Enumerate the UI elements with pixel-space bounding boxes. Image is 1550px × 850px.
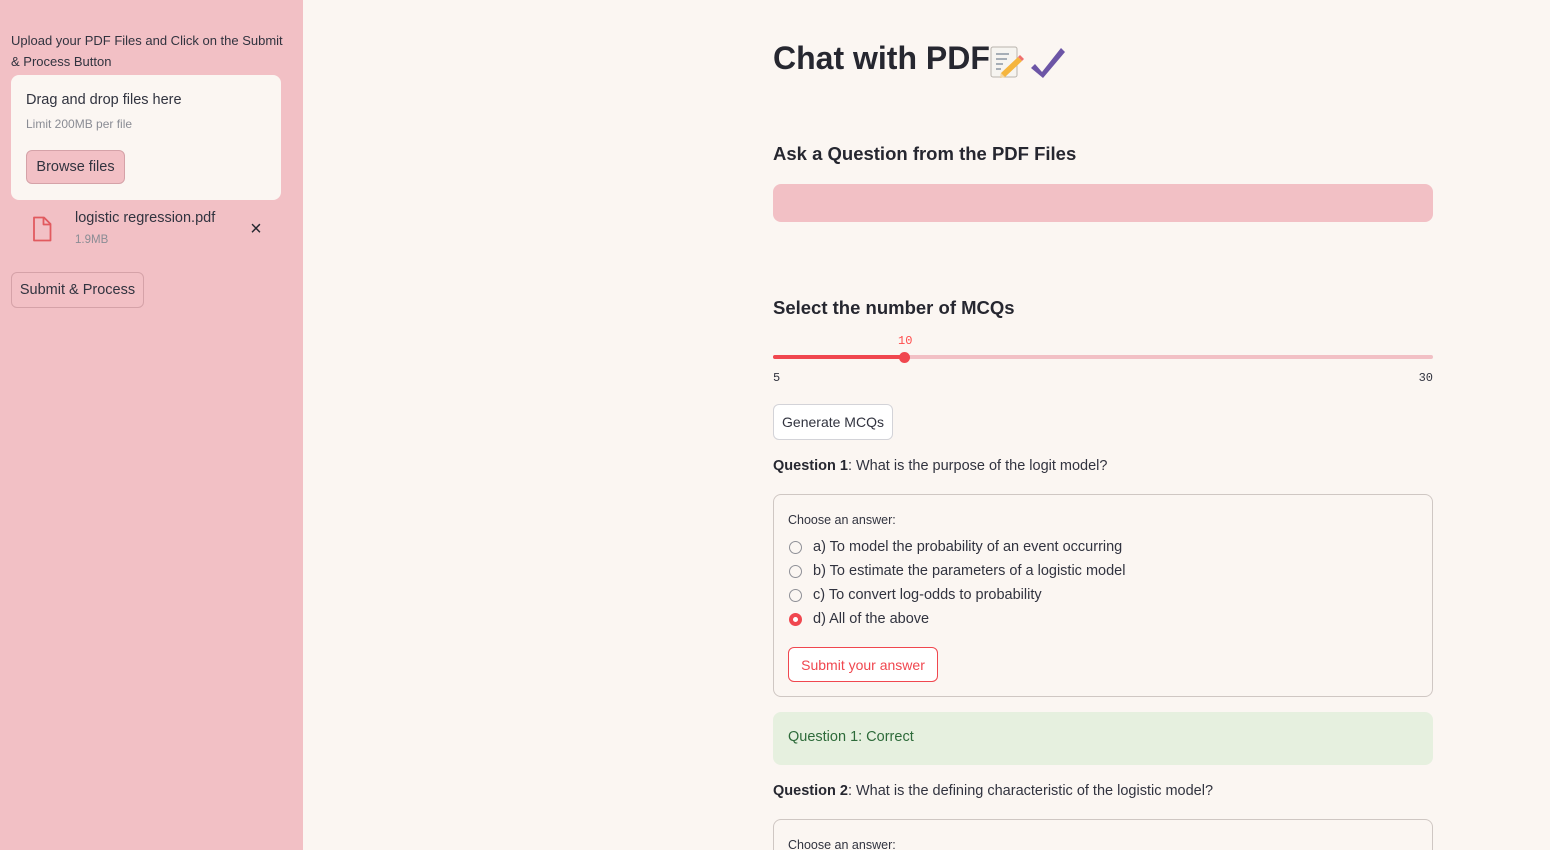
choose-answer-label: Choose an answer: <box>788 838 896 850</box>
result-text: Question 1: Correct <box>788 729 914 745</box>
submit-answer-button[interactable]: Submit your answer <box>788 647 938 682</box>
choose-answer-label: Choose an answer: <box>788 513 896 527</box>
generate-mcqs-button[interactable]: Generate MCQs <box>773 404 893 440</box>
app-window: Upload your PDF Files and Click on the S… <box>0 0 1550 850</box>
upload-instructions: Upload your PDF Files and Click on the S… <box>11 33 283 69</box>
browse-files-button[interactable]: Browse files <box>26 150 125 184</box>
question-2-prefix: Question 2 <box>773 783 848 799</box>
close-icon[interactable]: × <box>247 219 265 239</box>
ask-question-heading: Ask a Question from the PDF Files <box>773 143 1077 164</box>
question-2-text: Question 2: What is the defining charact… <box>773 783 1213 799</box>
mcq-count-slider[interactable] <box>773 355 1433 359</box>
question-1-body: : What is the purpose of the logit model… <box>847 458 1108 474</box>
answer-option-label: d) All of the above <box>813 611 930 627</box>
page-title: Chat with PDF <box>773 40 990 76</box>
success-alert: Question 1: Correct <box>773 712 1433 765</box>
answer-option-label: b) To estimate the parameters of a logis… <box>813 563 1126 579</box>
file-name: logistic regression.pdf <box>75 210 216 226</box>
slider-thumb[interactable] <box>899 352 910 363</box>
sidebar: Upload your PDF Files and Click on the S… <box>0 0 303 850</box>
radio-button-selected[interactable] <box>789 613 802 626</box>
dropzone-title: Drag and drop files here <box>26 92 182 108</box>
radio-button[interactable] <box>789 541 802 554</box>
file-icon <box>33 216 52 242</box>
question-input[interactable] <box>773 184 1433 222</box>
radio-button[interactable] <box>789 589 802 602</box>
submit-process-button[interactable]: Submit & Process <box>11 272 144 308</box>
uploaded-file-item: logistic regression.pdf 1.9MB × <box>11 208 281 254</box>
answer-option-label: a) To model the probability of an event … <box>813 539 1123 555</box>
dropzone-limit: Limit 200MB per file <box>26 117 133 131</box>
mcq-count-heading: Select the number of MCQs <box>773 297 1015 318</box>
check-mark-icon <box>1031 48 1065 78</box>
question-2-body: : What is the defining characteristic of… <box>847 783 1214 799</box>
radio-button[interactable] <box>789 565 802 578</box>
answer-option-label: c) To convert log-odds to probability <box>813 587 1042 603</box>
memo-icon <box>990 46 1024 78</box>
slider-fill <box>773 355 905 359</box>
question-1-text: Question 1: What is the purpose of the l… <box>773 458 1107 474</box>
main-area: Chat with PDF Ask a Question from the PD… <box>303 0 1550 850</box>
slider-min-label: 5 <box>773 371 781 385</box>
file-dropzone[interactable]: Drag and drop files here Limit 200MB per… <box>11 75 281 200</box>
question-2-answer-form: Choose an answer: <box>773 819 1433 850</box>
question-1-answer-form: Choose an answer: a) To model the probab… <box>773 494 1433 697</box>
file-size: 1.9MB <box>75 234 109 246</box>
title-icons <box>990 46 1065 78</box>
slider-max-label: 30 <box>1418 371 1433 385</box>
slider-value-label: 10 <box>898 334 913 348</box>
question-1-prefix: Question 1 <box>773 458 848 474</box>
